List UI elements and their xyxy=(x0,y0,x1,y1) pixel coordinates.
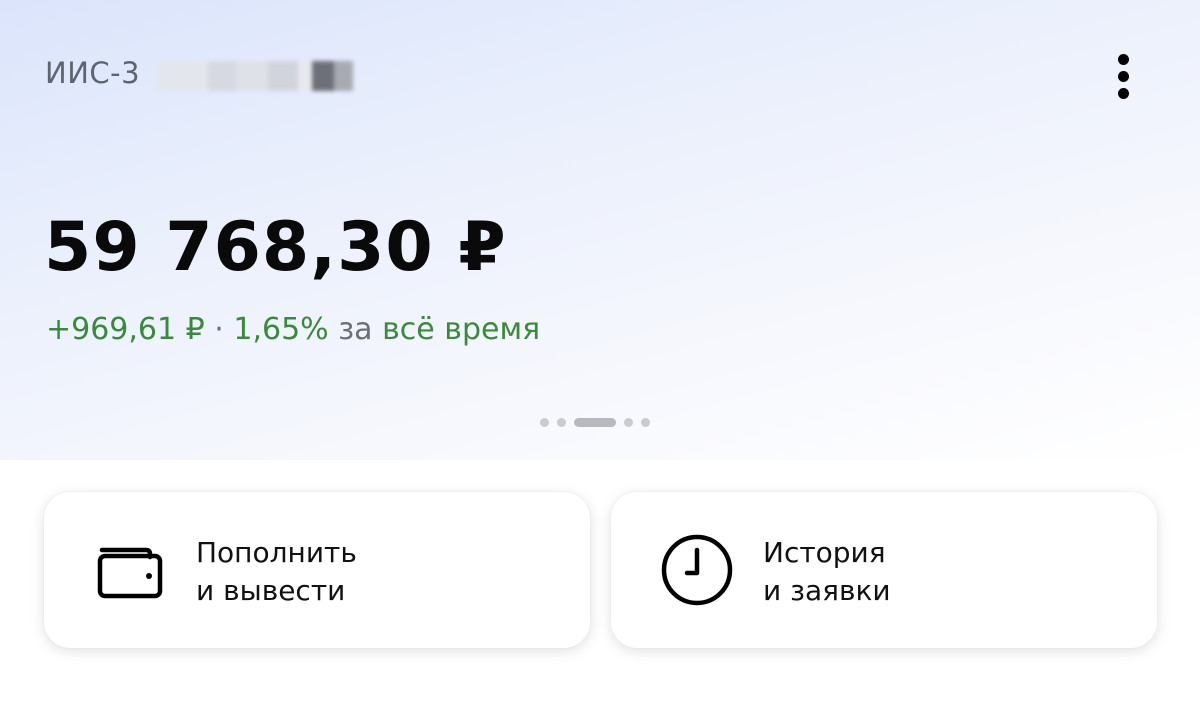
history-label-line1: История xyxy=(763,536,886,569)
profit-summary: +969,61 ₽ · 1,65% за всё время xyxy=(46,312,540,347)
topup-label-line1: Пополнить xyxy=(196,536,357,569)
page-dot[interactable] xyxy=(641,418,650,427)
topup-withdraw-label: Пополнить и вывести xyxy=(196,534,357,610)
history-label-line2: и заявки xyxy=(763,574,891,607)
portfolio-balance: 59 768,30 ₽ xyxy=(44,208,507,287)
account-name: ИИС-3 xyxy=(45,56,141,90)
account-header: ИИС-3 59 768,30 ₽ +969,61 ₽ · 1,65% за в… xyxy=(0,0,1200,460)
profit-period-prefix: за xyxy=(338,312,373,347)
topup-label-line2: и вывести xyxy=(196,574,346,607)
page-indicator xyxy=(540,418,650,427)
more-vertical-icon xyxy=(1117,53,1129,65)
profit-separator: · xyxy=(214,312,224,347)
more-options-button[interactable] xyxy=(1100,50,1146,102)
page-dot[interactable] xyxy=(540,418,549,427)
topup-withdraw-button[interactable]: Пополнить и вывести xyxy=(44,492,590,648)
history-requests-label: История и заявки xyxy=(763,534,891,610)
clock-icon xyxy=(659,532,735,608)
profit-period: всё время xyxy=(382,312,541,347)
account-number-redacted xyxy=(158,58,353,94)
page-dot-active[interactable] xyxy=(574,418,616,427)
profit-value: +969,61 ₽ xyxy=(46,312,205,347)
more-vertical-icon-dot xyxy=(1117,70,1129,82)
history-requests-button[interactable]: История и заявки xyxy=(611,492,1157,648)
page-dot[interactable] xyxy=(557,418,566,427)
page-dot[interactable] xyxy=(624,418,633,427)
profit-percent: 1,65% xyxy=(233,312,329,347)
wallet-icon xyxy=(92,532,168,608)
more-vertical-icon-dot xyxy=(1117,87,1129,99)
